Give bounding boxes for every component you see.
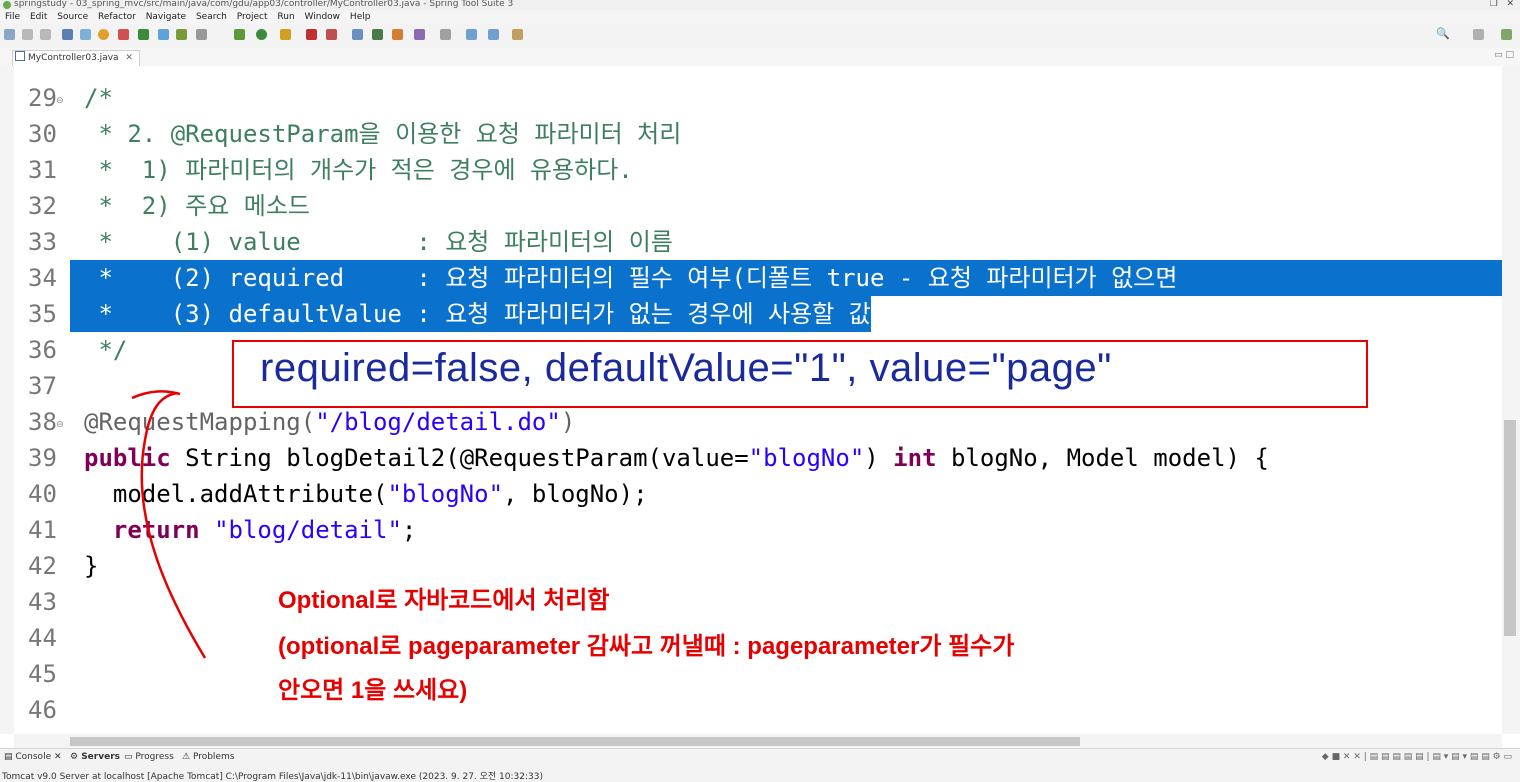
console-status: Tomcat v9.0 Server at localhost [Apache … [2,772,543,782]
bottom-panel: ▤ Console ✕ ⚙ Servers ▭ Progress ⚠ Probl… [0,748,1520,782]
hand-drawn-arrow [131,390,207,659]
tab-console[interactable]: ▤ Console ✕ [4,752,62,762]
tab-progress[interactable]: ▭ Progress [124,752,174,762]
annotation-note-line3: 안오면 1을 쓰세요) [278,677,468,704]
tab-problems[interactable]: ⚠ Problems [182,752,234,762]
console-toolbar-icons[interactable]: ◆ ■ ✕ ✕ | ▤ ▤ ▤ ▤ ▤ | ▤ ▾ ▤ ▾ ▤ ▤ ⚙ ▭ [1322,752,1512,762]
annotation-note-line2: (optional로 pageparameter 감싸고 꺼낼때 : pagep… [278,633,1015,660]
annotation-note-line1: Optional로 자바코드에서 처리함 [278,587,610,614]
horizontal-scroll-thumb[interactable] [70,737,1080,746]
vertical-scroll-thumb[interactable] [1504,420,1516,636]
tab-servers[interactable]: ⚙ Servers [70,752,120,762]
arrow-curve [140,391,207,659]
